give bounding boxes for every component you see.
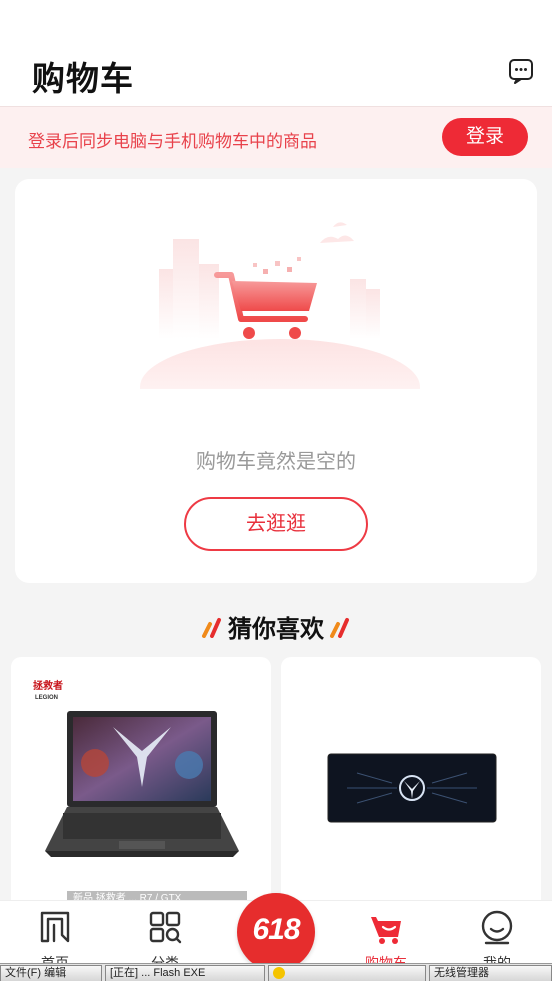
empty-cart-icon: [140, 222, 420, 389]
login-tip-bar: 登录后同步电脑与手机购物车中的商品 登录: [0, 106, 552, 168]
tab-cart[interactable]: 购物车: [331, 901, 441, 971]
tab-618-promo[interactable]: 618: [237, 893, 315, 971]
taskbar-item[interactable]: 文件(F) 编辑: [0, 965, 102, 981]
category-icon: [149, 911, 182, 944]
app-icon: [273, 967, 285, 980]
recommend-header: 猜你喜欢: [0, 609, 552, 643]
cart-icon: [371, 917, 401, 944]
login-tip-text: 登录后同步电脑与手机购物车中的商品: [28, 132, 317, 151]
taskbar-item[interactable]: 无线管理器: [429, 965, 552, 981]
message-icon[interactable]: [508, 58, 534, 84]
tab-profile[interactable]: 我的: [442, 901, 552, 971]
laptop-image: [45, 711, 239, 857]
mousepad-image: [327, 753, 497, 823]
taskbar-item[interactable]: [268, 965, 426, 981]
decor-slash-left-icon: [201, 617, 221, 638]
go-shopping-button[interactable]: 去逛逛: [184, 497, 368, 551]
decor-slash-right-icon: [330, 617, 350, 638]
profile-icon: [481, 910, 513, 945]
page-title: 购物车: [32, 60, 134, 97]
empty-cart-text: 购物车竟然是空的: [196, 451, 356, 473]
login-button[interactable]: 登录: [442, 118, 528, 156]
header: 购物车: [0, 0, 552, 106]
os-taskbar: 文件(F) 编辑 [正在] ... Flash EXE 无线管理器: [0, 963, 552, 981]
product-card-laptop[interactable]: 拯救者 LEGION 新品 拯救者 ... R7 / GTX: [11, 657, 271, 917]
home-icon: [40, 911, 70, 943]
brand-logo-sub: LEGION: [35, 695, 59, 701]
tab-home[interactable]: 首页: [0, 901, 110, 971]
product-card-mousepad[interactable]: [281, 657, 541, 917]
recommend-title: 猜你喜欢: [228, 616, 324, 643]
empty-cart-card: 购物车竟然是空的 去逛逛: [15, 179, 537, 583]
taskbar-item[interactable]: [正在] ... Flash EXE: [105, 965, 265, 981]
promo-618-label: 618: [252, 913, 300, 946]
tab-category[interactable]: 分类: [110, 901, 220, 971]
brand-logo: 拯救者: [33, 681, 63, 692]
